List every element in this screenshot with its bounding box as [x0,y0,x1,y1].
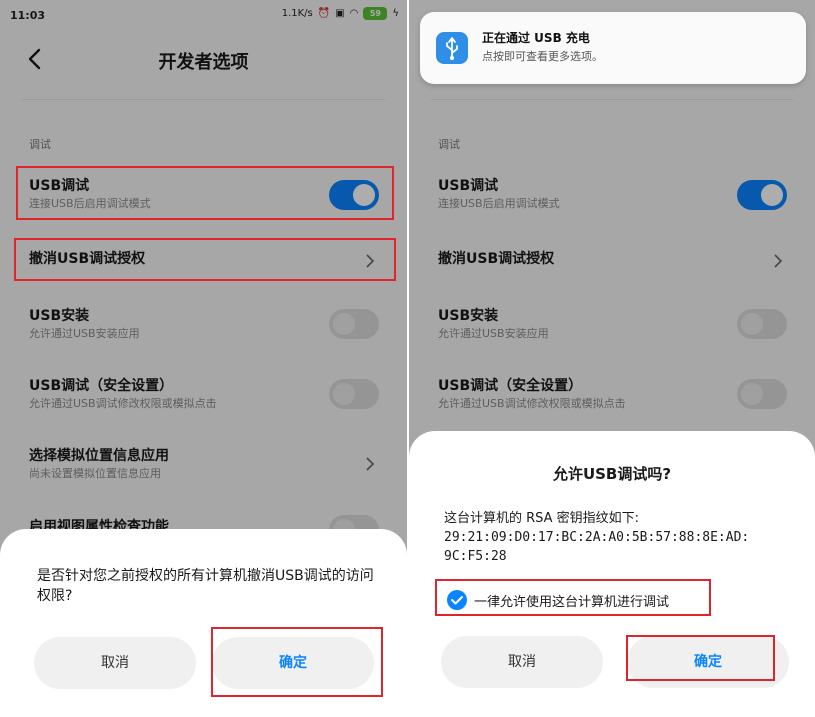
highlight-box [16,166,394,220]
right-screen: 开发者选项 调试 USB调试 连接USB后启用调试模式 撤消USB调试授权 US… [409,0,815,717]
fingerprint-line: 29:21:09:D0:17:BC:2A:A0:5B:57:88:8E:AD: [444,530,750,545]
notification-body: 点按即可查看更多选项。 [482,50,603,63]
highlight-box [626,635,775,681]
revoke-dialog: 是否针对您之前授权的所有计算机撤消USB调试的访问权限? 取消 确定 [0,529,407,717]
notification-title: 正在通过 USB 充电 [482,31,590,45]
cancel-button[interactable]: 取消 [34,637,196,689]
revoke-dialog-message: 是否针对您之前授权的所有计算机撤消USB调试的访问权限? [37,568,374,604]
left-screen: 11:03 1.1K/s ⏰ ▣ ◠ 59 ϟ 开发者选项 调试 USB调试 连… [0,0,407,717]
dialog-title: 允许USB调试吗? [552,465,672,483]
allow-usb-debugging-dialog: 允许USB调试吗? 这台计算机的 RSA 密钥指纹如下: 29:21:09:D0… [409,431,815,717]
highlight-box [211,627,383,697]
highlight-box [435,579,711,616]
fingerprint-line: 9C:F5:28 [444,549,507,564]
cancel-button[interactable]: 取消 [441,636,603,688]
rsa-fingerprint: 这台计算机的 RSA 密钥指纹如下: 29:21:09:D0:17:BC:2A:… [444,509,795,566]
fingerprint-line: 这台计算机的 RSA 密钥指纹如下: [444,511,640,526]
highlight-box [14,238,396,281]
usb-notification[interactable]: 正在通过 USB 充电 点按即可查看更多选项。 [420,12,806,84]
usb-icon [436,32,468,64]
